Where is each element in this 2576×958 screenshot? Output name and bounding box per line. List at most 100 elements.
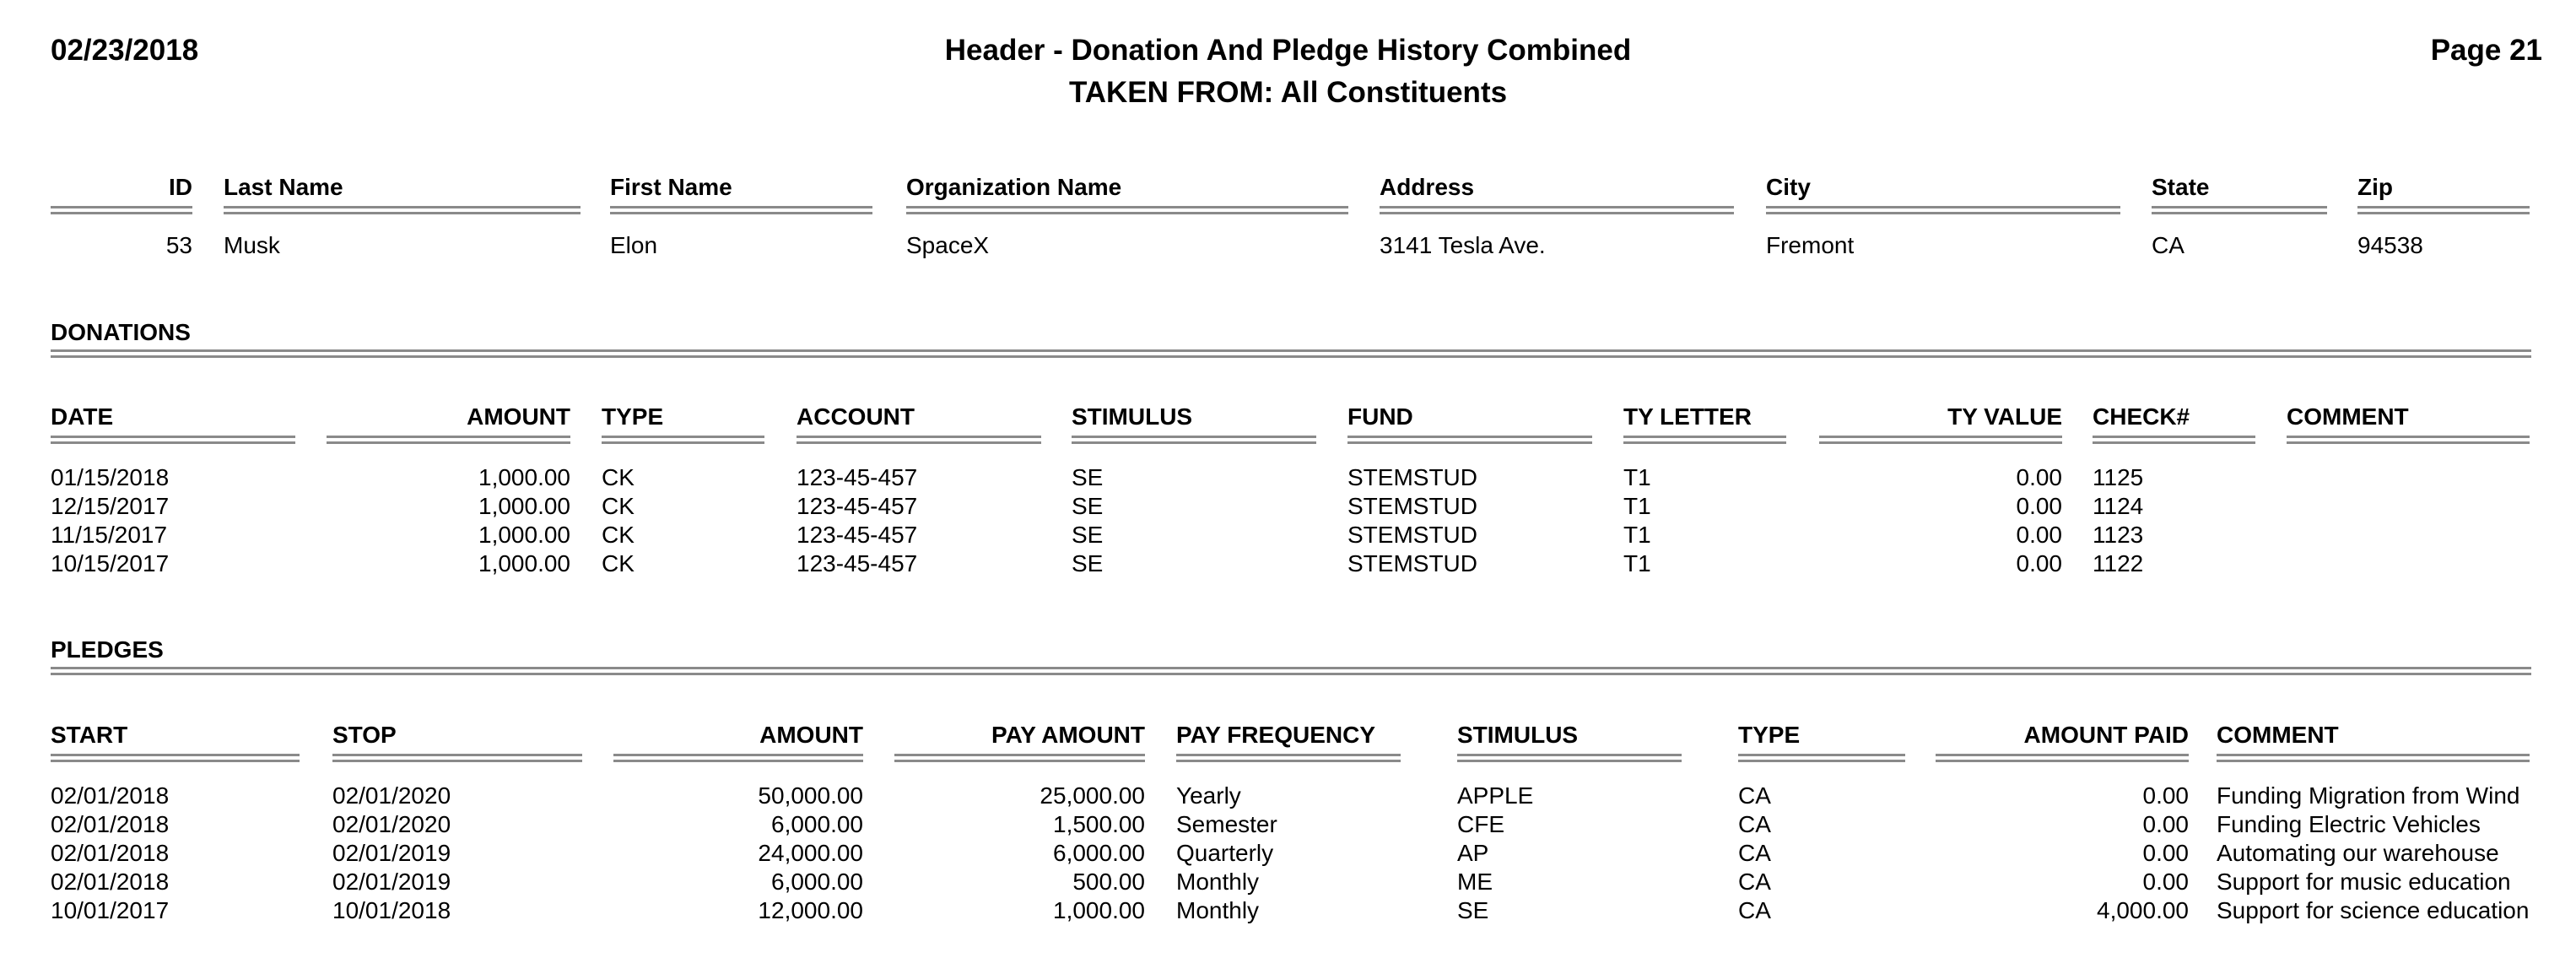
column-header: STOP [332, 722, 397, 748]
table-cell: Funding Electric Vehicles [2217, 811, 2481, 837]
table-cell: 94538 [2357, 232, 2423, 258]
table-row: 53 Musk Elon SpaceX 3141 Tesla Ave. Fremont CA… [0, 232, 2576, 261]
column-header: Address [1380, 174, 1475, 200]
column-header: START [51, 722, 128, 748]
column-header-rule [1936, 754, 2189, 762]
table-cell: 123-45-457 [797, 550, 918, 576]
column-header-rule [1072, 436, 1316, 444]
table-cell: Semester [1176, 811, 1277, 837]
table-cell: 02/01/2020 [332, 811, 451, 837]
table-cell: Musk [224, 232, 280, 258]
column-header-rule [1623, 436, 1786, 444]
report-title: Header - Donation And Pledge History Com… [944, 34, 1632, 67]
table-cell: CK [602, 493, 635, 519]
column-header: City [1766, 174, 1811, 200]
table-cell: 1,000.00 [478, 522, 570, 548]
table-cell: 0.00 [2016, 550, 2063, 576]
table-cell: STEMSTUD [1347, 550, 1477, 576]
table-cell: 25,000.00 [1040, 782, 1145, 809]
table-row: 02/01/2018 02/01/2020 50,000.00 25,000.00 Ye… [0, 782, 2576, 811]
table-cell: 0.00 [2142, 811, 2190, 837]
column-header-rule [327, 436, 570, 444]
table-cell: SE [1457, 897, 1489, 923]
table-cell: 10/01/2018 [332, 897, 451, 923]
column-header-rule [1738, 754, 1905, 762]
table-cell: 6,000.00 [771, 869, 863, 895]
column-header-rule [2287, 436, 2530, 444]
column-header: STIMULUS [1457, 722, 1579, 748]
table-cell: Monthly [1176, 869, 1260, 895]
table-cell: SE [1072, 522, 1104, 548]
report-subtitle: TAKEN FROM: All Constituents [1068, 76, 1508, 109]
table-cell: SE [1072, 550, 1104, 576]
table-cell: SE [1072, 493, 1104, 519]
column-header-rule [613, 754, 863, 762]
table-cell: CA [1738, 840, 1771, 866]
table-cell: T1 [1623, 522, 1651, 548]
table-cell: Automating our warehouse [2217, 840, 2499, 866]
column-header-rule [2093, 436, 2255, 444]
table-cell: 1125 [2093, 464, 2144, 490]
table-cell: CK [602, 464, 635, 490]
column-header: STIMULUS [1072, 403, 1193, 430]
column-header-rule [610, 206, 872, 214]
table-cell: 123-45-457 [797, 464, 918, 490]
column-header-rule [894, 754, 1145, 762]
table-cell: ME [1457, 869, 1493, 895]
table-cell: Funding Migration from Wind [2217, 782, 2520, 809]
table-cell: Support for science education [2217, 897, 2530, 923]
pledges-section-title: PLEDGES [51, 636, 164, 663]
table-cell: 1,000.00 [478, 493, 570, 519]
donations-section-title: DONATIONS [51, 319, 191, 345]
table-cell: 0.00 [2016, 493, 2063, 519]
table-cell: CA [2152, 232, 2184, 258]
table-cell: 0.00 [2142, 782, 2190, 809]
column-header: PAY FREQUENCY [1176, 722, 1375, 748]
column-header-rule [2152, 206, 2327, 214]
table-cell: 0.00 [2142, 840, 2190, 866]
table-cell: Fremont [1766, 232, 1855, 258]
table-cell: 10/01/2017 [51, 897, 170, 923]
table-cell: CFE [1457, 811, 1504, 837]
table-cell: 0.00 [2016, 464, 2063, 490]
column-header-rule [51, 436, 295, 444]
table-cell: 12/15/2017 [51, 493, 170, 519]
column-header-rule [797, 436, 1041, 444]
table-cell: 0.00 [2142, 869, 2190, 895]
column-header: TYPE [602, 403, 664, 430]
table-cell: STEMSTUD [1347, 464, 1477, 490]
table-cell: Quarterly [1176, 840, 1274, 866]
column-header: TY VALUE [1947, 403, 2062, 430]
table-cell: 02/01/2018 [51, 782, 170, 809]
column-header: COMMENT [2217, 722, 2339, 748]
column-header: TY LETTER [1623, 403, 1752, 430]
table-cell: 02/01/2018 [51, 840, 170, 866]
table-cell: 12,000.00 [758, 897, 863, 923]
column-header: First Name [610, 174, 732, 200]
table-cell: CA [1738, 782, 1771, 809]
column-header-rule [51, 754, 300, 762]
column-header: PAY AMOUNT [991, 722, 1145, 748]
column-header-rule [224, 206, 581, 214]
table-cell: 10/15/2017 [51, 550, 170, 576]
column-header-rule [2217, 754, 2530, 762]
table-cell: 123-45-457 [797, 522, 918, 548]
table-cell: 02/01/2020 [332, 782, 451, 809]
table-cell: SE [1072, 464, 1104, 490]
column-header: Zip [2357, 174, 2393, 200]
table-cell: CK [602, 550, 635, 576]
table-cell: T1 [1623, 550, 1651, 576]
column-header-rule [906, 206, 1348, 214]
column-header: AMOUNT [467, 403, 570, 430]
table-cell: 123-45-457 [797, 493, 918, 519]
column-header-rule [1347, 436, 1592, 444]
column-header: CHECK# [2093, 403, 2190, 430]
table-cell: 4,000.00 [2097, 897, 2189, 923]
table-cell: STEMSTUD [1347, 522, 1477, 548]
table-cell: CA [1738, 811, 1771, 837]
table-cell: 02/01/2019 [332, 869, 451, 895]
column-header-rule [1819, 436, 2062, 444]
column-header: State [2152, 174, 2210, 200]
table-cell: 1,000.00 [478, 464, 570, 490]
column-header: ID [169, 174, 192, 200]
